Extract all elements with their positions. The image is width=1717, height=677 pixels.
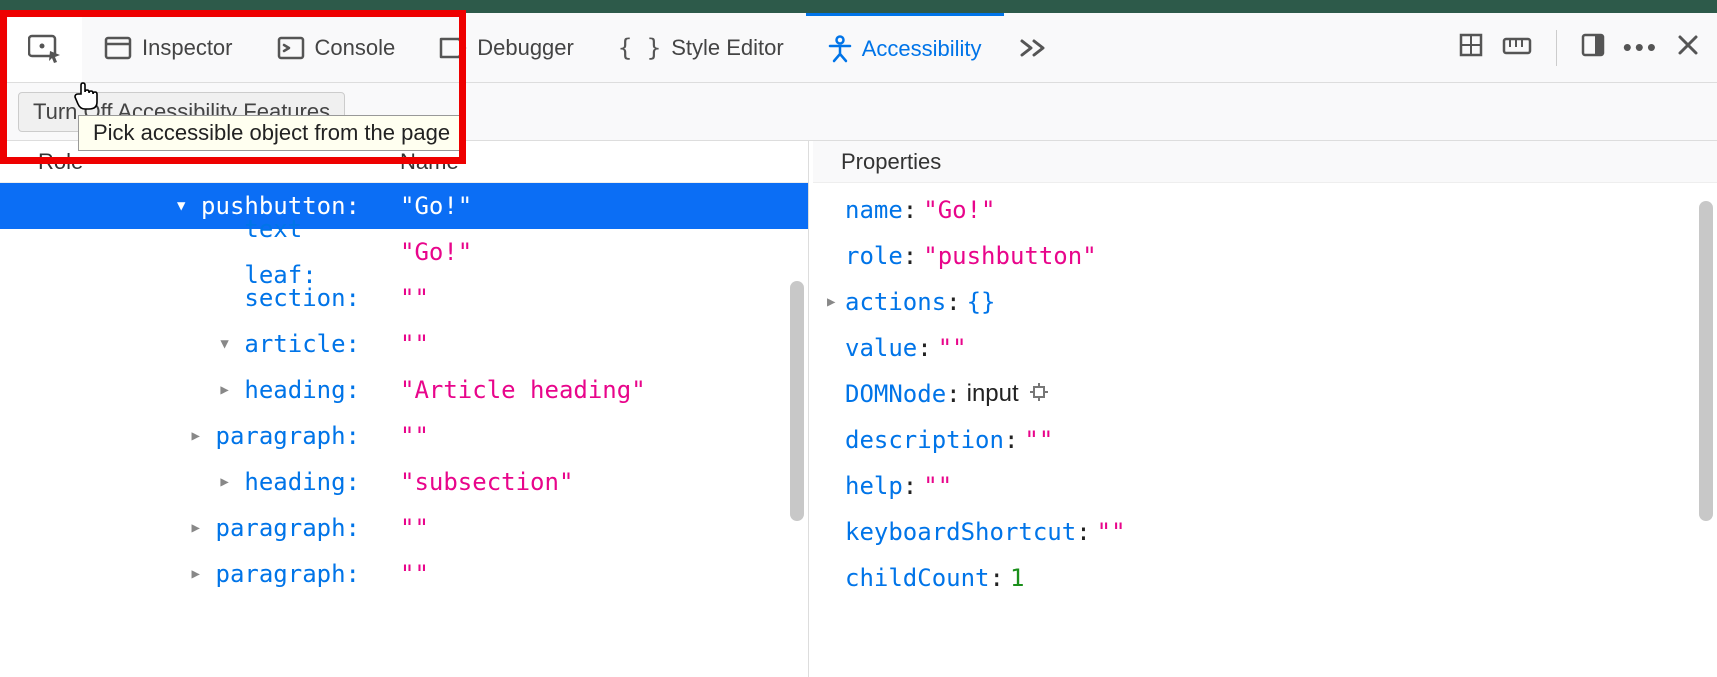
property-key: DOMNode bbox=[845, 371, 946, 417]
tree-name-text: "Go!" bbox=[400, 183, 808, 229]
twisty-right-icon[interactable]: ▶ bbox=[192, 413, 210, 459]
kebab-menu-icon[interactable]: ••• bbox=[1623, 32, 1659, 63]
tree-name-text: "" bbox=[400, 505, 808, 551]
property-key: help bbox=[845, 463, 903, 509]
twisty-right-icon[interactable]: ▶ bbox=[220, 367, 238, 413]
twisty-right-icon[interactable]: ▶ bbox=[827, 279, 845, 325]
style-editor-icon: { } bbox=[618, 34, 661, 62]
tree-row[interactable]: ▶paragraph: "" bbox=[0, 551, 808, 597]
twisty-right-icon[interactable]: ▶ bbox=[192, 505, 210, 551]
property-value: "" bbox=[1024, 417, 1053, 463]
property-value: input bbox=[967, 371, 1019, 417]
property-value: "" bbox=[1097, 509, 1126, 555]
tree-role-text: section: bbox=[244, 275, 360, 321]
twisty-right-icon[interactable]: ▶ bbox=[220, 459, 238, 505]
accessibility-tree-pane: Role Name ▼pushbutton:"Go!"text leaf:"Go… bbox=[0, 141, 808, 677]
properties-header: Properties bbox=[813, 141, 1717, 183]
property-row[interactable]: childCount: 1 bbox=[827, 555, 1717, 601]
properties-pane: Properties name: "Go!"role: "pushbutton"… bbox=[808, 141, 1717, 677]
tree-name-text: "Go!" bbox=[400, 229, 808, 275]
measure-icon[interactable] bbox=[1502, 35, 1532, 61]
element-picker-button[interactable] bbox=[8, 13, 82, 82]
property-key: name bbox=[845, 187, 903, 233]
dock-side-icon[interactable] bbox=[1581, 33, 1605, 63]
tab-console-label: Console bbox=[315, 35, 396, 61]
property-key: description bbox=[845, 417, 1004, 463]
tree-row[interactable]: text leaf:"Go!" bbox=[0, 229, 808, 275]
property-row[interactable]: role: "pushbutton" bbox=[827, 233, 1717, 279]
twisty-down-icon[interactable]: ▼ bbox=[220, 321, 238, 367]
property-key: role bbox=[845, 233, 903, 279]
tree-row[interactable]: ▶paragraph: "" bbox=[0, 505, 808, 551]
accessibility-tree: ▼pushbutton:"Go!"text leaf:"Go!"section:… bbox=[0, 183, 808, 597]
property-value: {} bbox=[967, 279, 996, 325]
tree-role-text: article: bbox=[244, 321, 360, 367]
toolbar-divider bbox=[1556, 30, 1557, 66]
property-key: keyboardShortcut bbox=[845, 509, 1076, 555]
console-icon bbox=[277, 36, 305, 60]
tab-style-editor-label: Style Editor bbox=[671, 35, 784, 61]
column-header-name[interactable]: Name bbox=[400, 149, 808, 175]
twisty-right-icon[interactable]: ▶ bbox=[192, 551, 210, 597]
property-row[interactable]: help: "" bbox=[827, 463, 1717, 509]
inspector-icon bbox=[104, 36, 132, 60]
tree-row[interactable]: section: "" bbox=[0, 275, 808, 321]
more-tabs-button[interactable] bbox=[1004, 13, 1062, 82]
property-row[interactable]: keyboardShortcut: "" bbox=[827, 509, 1717, 555]
tab-style-editor[interactable]: { } Style Editor bbox=[596, 13, 806, 82]
tree-role-text: paragraph: bbox=[216, 551, 361, 597]
tree-row[interactable]: ▼article: "" bbox=[0, 321, 808, 367]
scrollbar[interactable] bbox=[790, 281, 804, 521]
property-row[interactable]: DOMNode: input bbox=[827, 371, 1717, 417]
tree-name-text: "subsection" bbox=[400, 459, 808, 505]
tree-row[interactable]: ▶heading: "Article heading" bbox=[0, 367, 808, 413]
accessibility-icon bbox=[828, 35, 852, 63]
target-icon[interactable] bbox=[1029, 371, 1049, 417]
chevrons-right-icon bbox=[1018, 38, 1048, 58]
tree-row[interactable]: ▶paragraph: "" bbox=[0, 413, 808, 459]
debugger-icon bbox=[439, 37, 467, 59]
property-value: "" bbox=[938, 325, 967, 371]
tree-role-text: heading: bbox=[244, 367, 360, 413]
property-row[interactable]: value: "" bbox=[827, 325, 1717, 371]
picker-tooltip: Pick accessible object from the page bbox=[78, 115, 465, 151]
property-row[interactable]: name: "Go!" bbox=[827, 187, 1717, 233]
tree-role-text: paragraph: bbox=[216, 505, 361, 551]
toolbar-right-controls: ••• bbox=[1458, 30, 1709, 66]
ruler-icon[interactable] bbox=[1458, 32, 1484, 64]
column-header-role[interactable]: Role bbox=[0, 149, 400, 175]
property-value: "" bbox=[923, 463, 952, 509]
tab-debugger[interactable]: Debugger bbox=[417, 13, 596, 82]
devtools-toolbar: Inspector Console Debugger { } Style Edi… bbox=[0, 13, 1717, 83]
property-row[interactable]: description: "" bbox=[827, 417, 1717, 463]
main-panels: Role Name ▼pushbutton:"Go!"text leaf:"Go… bbox=[0, 141, 1717, 677]
property-value: "pushbutton" bbox=[923, 233, 1096, 279]
close-icon[interactable] bbox=[1677, 34, 1699, 62]
hand-cursor-icon bbox=[72, 80, 100, 118]
tab-accessibility-label: Accessibility bbox=[862, 36, 982, 62]
tree-name-text: "" bbox=[400, 413, 808, 459]
tree-row[interactable]: ▶heading: "subsection" bbox=[0, 459, 808, 505]
tab-inspector[interactable]: Inspector bbox=[82, 13, 255, 82]
tree-role-text: paragraph: bbox=[216, 413, 361, 459]
tab-debugger-label: Debugger bbox=[477, 35, 574, 61]
tree-name-text: "" bbox=[400, 321, 808, 367]
property-value: "Go!" bbox=[923, 187, 995, 233]
property-row[interactable]: ▶actions: {} bbox=[827, 279, 1717, 325]
property-key: childCount bbox=[845, 555, 990, 601]
scrollbar[interactable] bbox=[1699, 201, 1713, 521]
property-value: 1 bbox=[1010, 555, 1024, 601]
property-key: value bbox=[845, 325, 917, 371]
tab-inspector-label: Inspector bbox=[142, 35, 233, 61]
properties-list: name: "Go!"role: "pushbutton"▶actions: {… bbox=[813, 183, 1717, 601]
tree-name-text: "" bbox=[400, 275, 808, 321]
tab-accessibility[interactable]: Accessibility bbox=[806, 13, 1004, 82]
tree-name-text: "Article heading" bbox=[400, 367, 808, 413]
tree-name-text: "" bbox=[400, 551, 808, 597]
tab-console[interactable]: Console bbox=[255, 13, 418, 82]
property-key: actions bbox=[845, 279, 946, 325]
window-top-strip bbox=[0, 0, 1717, 13]
tree-role-text: heading: bbox=[244, 459, 360, 505]
